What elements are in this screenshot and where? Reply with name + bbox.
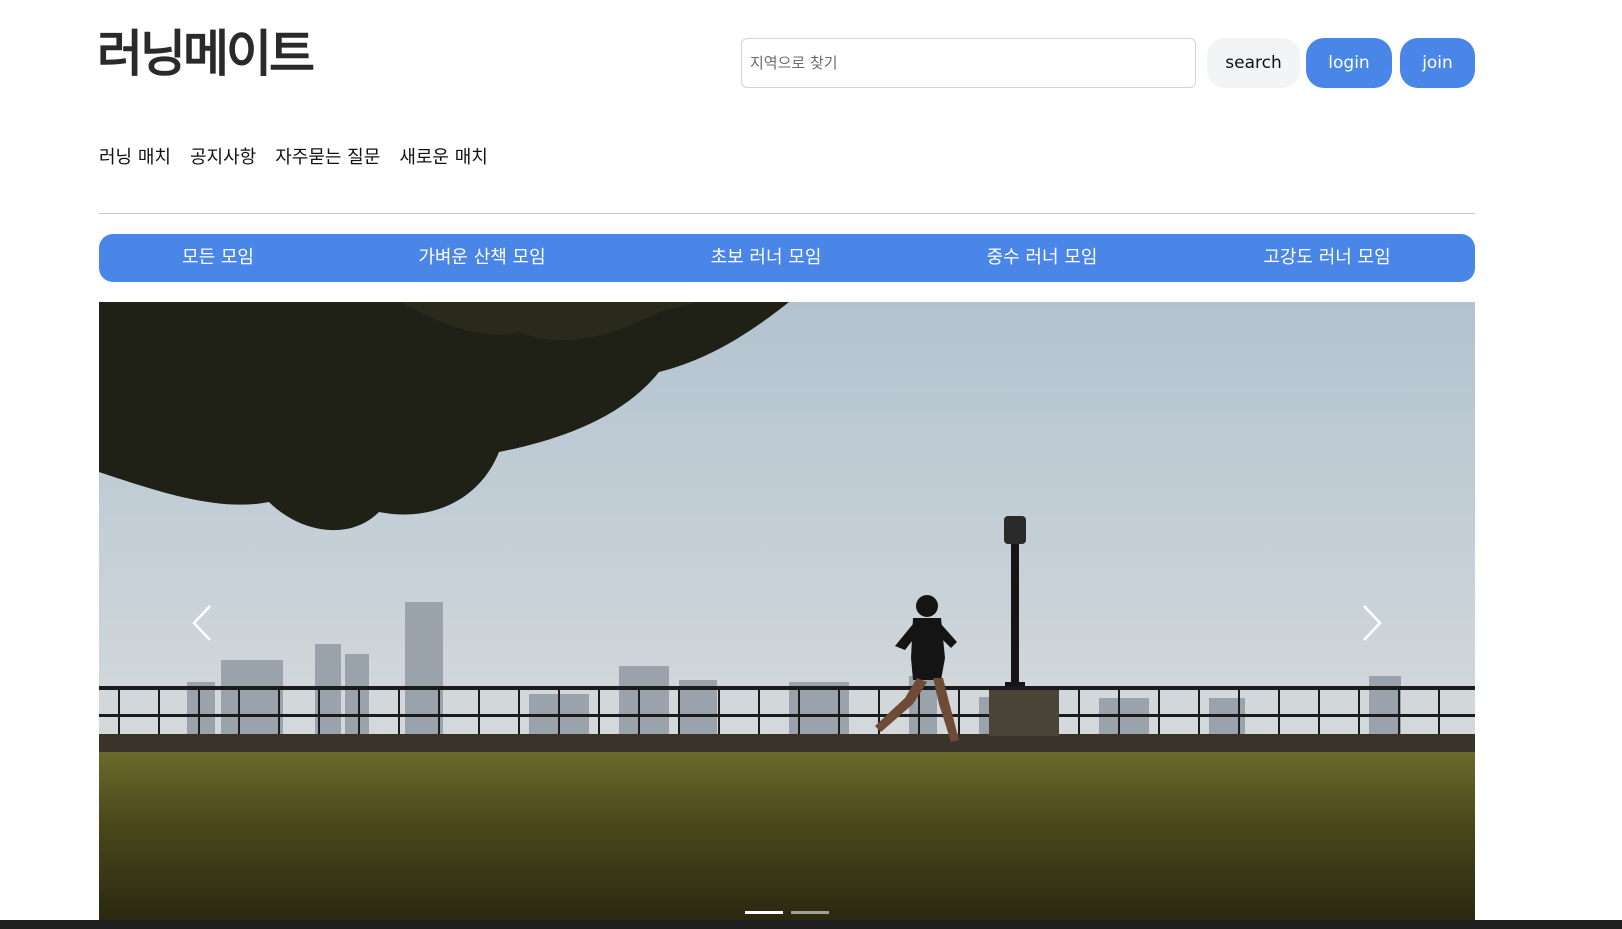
hero-scene bbox=[99, 302, 1475, 920]
category-all[interactable]: 모든 모임 bbox=[182, 234, 254, 282]
site-logo[interactable]: 러닝메이트 bbox=[97, 24, 315, 84]
nav-item-new-match[interactable]: 새로운 매치 bbox=[399, 143, 488, 169]
carousel-indicator-1[interactable] bbox=[745, 911, 783, 914]
main-nav: 러닝 매치 공지사항 자주묻는 질문 새로운 매치 bbox=[99, 143, 488, 169]
nav-item-notice[interactable]: 공지사항 bbox=[190, 143, 256, 169]
category-intermediate[interactable]: 중수 러너 모임 bbox=[987, 234, 1098, 282]
category-high-intensity[interactable]: 고강도 러너 모임 bbox=[1263, 234, 1390, 282]
chevron-left-icon bbox=[192, 605, 211, 641]
search-button[interactable]: search bbox=[1207, 38, 1300, 88]
carousel-next-button[interactable] bbox=[1352, 598, 1392, 648]
nav-item-faq[interactable]: 자주묻는 질문 bbox=[275, 143, 380, 169]
join-button[interactable]: join bbox=[1400, 38, 1475, 88]
search-input[interactable] bbox=[741, 38, 1196, 88]
category-bar: 모든 모임 가벼운 산책 모임 초보 러너 모임 중수 러너 모임 고강도 러너… bbox=[99, 234, 1475, 282]
header-divider bbox=[99, 213, 1475, 214]
carousel-indicators bbox=[745, 911, 829, 914]
window-bottom-edge bbox=[0, 920, 1622, 929]
login-button[interactable]: login bbox=[1306, 38, 1392, 88]
carousel-prev-button[interactable] bbox=[182, 598, 222, 648]
carousel-indicator-2[interactable] bbox=[791, 911, 829, 914]
chevron-right-icon bbox=[1363, 605, 1382, 641]
nav-item-running-match[interactable]: 러닝 매치 bbox=[99, 143, 171, 169]
category-beginner[interactable]: 초보 러너 모임 bbox=[711, 234, 822, 282]
category-light-walk[interactable]: 가벼운 산책 모임 bbox=[418, 234, 545, 282]
hero-carousel-image bbox=[99, 302, 1475, 920]
